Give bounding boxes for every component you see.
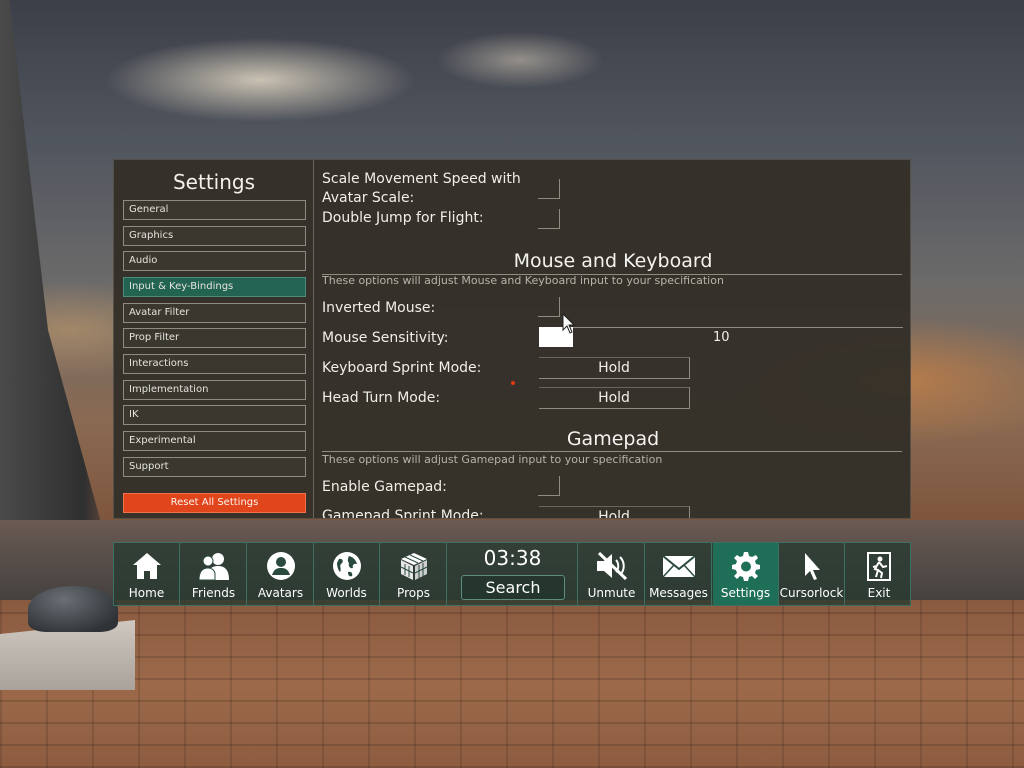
nav-support[interactable]: Support — [123, 457, 306, 477]
worlds-button[interactable]: Worlds — [314, 543, 380, 605]
mouse-cursor-icon — [562, 313, 576, 334]
home-button[interactable]: Home — [114, 543, 180, 605]
home-label: Home — [128, 586, 165, 600]
settings-content[interactable]: Scale Movement Speed with Avatar Scale: … — [315, 160, 911, 518]
avatars-label: Avatars — [257, 586, 304, 600]
avatars-button[interactable]: Avatars — [248, 543, 314, 605]
gamepad-description: These options will adjust Gamepad input … — [322, 453, 663, 466]
nav-avatar-filter[interactable]: Avatar Filter — [123, 303, 306, 323]
pointer-icon — [804, 553, 820, 580]
inverted-mouse-checkbox[interactable] — [538, 297, 560, 317]
nav-interactions[interactable]: Interactions — [123, 354, 306, 374]
friends-button[interactable]: Friends — [181, 543, 247, 605]
props-label: Props — [397, 586, 430, 600]
globe-icon — [332, 552, 361, 580]
exit-icon — [867, 552, 891, 581]
cube-icon — [400, 553, 427, 580]
search-button[interactable]: Search — [461, 575, 565, 600]
nav-general[interactable]: General — [123, 200, 306, 220]
keyboard-sprint-mode-label: Keyboard Sprint Mode: — [322, 360, 482, 376]
friends-label: Friends — [191, 586, 236, 600]
enable-gamepad-label: Enable Gamepad: — [322, 479, 447, 495]
head-turn-mode-label: Head Turn Mode: — [322, 390, 441, 406]
nav-implementation[interactable]: Implementation — [123, 380, 306, 400]
unmute-button[interactable]: Unmute — [579, 543, 645, 605]
exit-label: Exit — [867, 586, 891, 600]
nav-input-key-bindings[interactable]: Input & Key-Bindings — [123, 277, 306, 297]
mouse-keyboard-title: Mouse and Keyboard — [513, 250, 713, 272]
messages-button[interactable]: Messages — [646, 543, 712, 605]
settings-window: Settings General Graphics Audio Input & … — [113, 159, 911, 519]
nav-audio[interactable]: Audio — [123, 251, 306, 271]
envelope-icon — [661, 555, 696, 578]
brick-floor — [0, 600, 1024, 768]
clock-search-panel: 03:38 Search — [448, 543, 578, 605]
head-turn-mode-dropdown[interactable]: Hold — [539, 387, 690, 409]
double-jump-label: Double Jump for Flight: — [322, 210, 484, 226]
unmute-label: Unmute — [587, 586, 636, 600]
cursorlock-label: Cursorlock — [779, 586, 844, 600]
inverted-mouse-label: Inverted Mouse: — [322, 300, 436, 316]
mouse-keyboard-description: These options will adjust Mouse and Keyb… — [322, 274, 724, 287]
nav-prop-filter[interactable]: Prop Filter — [123, 328, 306, 348]
worlds-label: Worlds — [326, 586, 367, 600]
double-jump-checkbox[interactable] — [538, 209, 560, 229]
scale-speed-label-line1: Scale Movement Speed with — [322, 171, 521, 187]
scale-speed-checkbox[interactable] — [538, 179, 560, 199]
nav-experimental[interactable]: Experimental — [123, 431, 306, 451]
friends-icon — [197, 553, 229, 581]
keyboard-sprint-mode-dropdown[interactable]: Hold — [539, 357, 690, 379]
scale-speed-label-line2: Avatar Scale: — [322, 190, 415, 206]
mouse-sensitivity-value: 10 — [713, 330, 730, 345]
quick-menu-bar: Home Friends Avatars Worlds Props 03:38 … — [113, 542, 911, 606]
gamepad-title: Gamepad — [566, 428, 660, 450]
messages-label: Messages — [649, 586, 708, 600]
rock — [28, 586, 118, 632]
laser-pointer-dot — [511, 381, 515, 385]
settings-label: Settings — [720, 586, 771, 600]
cursorlock-button[interactable]: Cursorlock — [779, 543, 845, 605]
settings-button[interactable]: Settings — [713, 543, 779, 605]
reset-all-settings-button[interactable]: Reset All Settings — [123, 493, 306, 513]
mouse-sensitivity-label: Mouse Sensitivity: — [322, 330, 449, 346]
clock: 03:38 — [483, 546, 542, 570]
exit-button[interactable]: Exit — [846, 543, 912, 605]
mouse-sensitivity-slider-track[interactable] — [573, 327, 903, 328]
props-button[interactable]: Props — [381, 543, 447, 605]
settings-sidebar: Settings General Graphics Audio Input & … — [114, 160, 314, 518]
gamepad-sprint-mode-label: Gamepad Sprint Mode: — [322, 508, 484, 518]
gamepad-sprint-mode-dropdown[interactable]: Hold — [539, 506, 690, 518]
gear-icon — [731, 552, 760, 581]
nav-ik[interactable]: IK — [123, 405, 306, 425]
home-icon — [132, 553, 161, 579]
nav-graphics[interactable]: Graphics — [123, 226, 306, 246]
section-divider — [322, 451, 902, 452]
muted-speaker-icon — [596, 551, 627, 581]
enable-gamepad-checkbox[interactable] — [538, 476, 560, 496]
avatar-icon — [266, 552, 295, 580]
settings-title: Settings — [172, 170, 256, 194]
